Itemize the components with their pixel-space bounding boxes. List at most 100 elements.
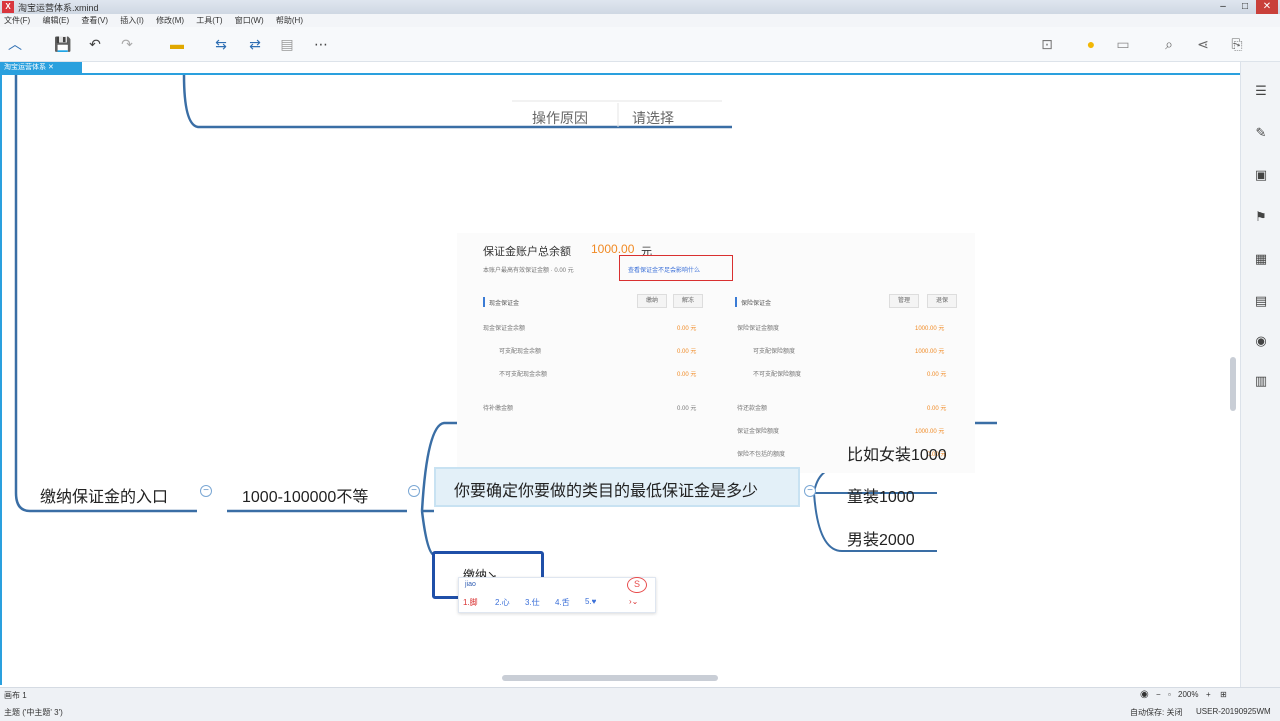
- menu-file[interactable]: 文件(F): [4, 15, 30, 26]
- shot-link[interactable]: 查看保证金不足会影响什么: [628, 265, 700, 274]
- zoom-in-icon[interactable]: +: [1206, 690, 1211, 699]
- app-logo-icon: X: [2, 1, 14, 13]
- outline-icon[interactable]: ☰: [1252, 82, 1270, 100]
- shot-heading: 保证金账户总余额: [483, 246, 571, 258]
- menu-edit[interactable]: 编辑(E): [42, 15, 69, 26]
- vertical-scrollbar[interactable]: [1230, 357, 1236, 411]
- shot-left-row-value: 0.00 元: [677, 406, 697, 412]
- comment-icon[interactable]: ◉: [1252, 332, 1270, 350]
- more-icon[interactable]: ⋯: [310, 33, 332, 55]
- shot-right-row-value: 1000.00 元: [915, 349, 945, 355]
- minimize-icon[interactable]: –: [1212, 0, 1234, 14]
- ime-page-icon[interactable]: ›⌄: [629, 597, 638, 606]
- user-name: USER-20190925WM: [1196, 707, 1271, 716]
- maximize-icon[interactable]: □: [1234, 0, 1256, 14]
- menu-insert[interactable]: 插入(I): [120, 15, 144, 26]
- shot-right-row-label: 保证金保险额度: [737, 429, 780, 435]
- redo-icon[interactable]: ↷: [116, 33, 138, 55]
- subtopic-icon[interactable]: ⇆: [210, 33, 232, 55]
- collapse-icon[interactable]: −: [804, 485, 816, 497]
- autosave-status[interactable]: 自动保存: 关闭: [1130, 707, 1182, 718]
- shot-right-row-label: 保险保证金额度: [737, 326, 780, 332]
- shot-left-row-value: 0.00 元: [677, 326, 697, 332]
- horizontal-scrollbar[interactable]: [502, 675, 718, 681]
- collapse-icon[interactable]: −: [200, 485, 212, 497]
- right-side-panel: ☰ ✎ ▣ ⚑ ▦ ▤ ◉ ▥: [1240, 62, 1280, 687]
- search-icon[interactable]: ⌕: [1158, 33, 1180, 55]
- topic-example-kids[interactable]: 童装1000: [847, 483, 915, 507]
- partial-topic: ·: [497, 73, 502, 81]
- shot-right-row-value: 1000.00 元: [915, 429, 945, 435]
- mindmap-canvas[interactable]: · 操作原因 请选择 保证金账户总余额 1000.00 元 本账户最高有效保证金…: [0, 73, 1240, 685]
- ime-logo-icon[interactable]: S: [627, 577, 647, 593]
- shot-right-row-label: 保险不包括的额度: [737, 452, 786, 458]
- ime-candidate-window[interactable]: jiao 1.脚 2.心 3.仕 4.舌 5.♥ S ›⌄: [458, 577, 656, 613]
- toolbar: ︿ 💾 ↶ ↷ ▬ ⇆ ⇄ ▤ ⋯ ⊡ ● ▭ ⌕ ⋖ ⎘: [0, 27, 1280, 62]
- status-bar: 画布 1 主题 ('中主题' 3') ◉ − ▫ 200% + ⊞ 自动保存: …: [0, 687, 1280, 721]
- presentation-icon[interactable]: ⊡: [1036, 33, 1058, 55]
- save-icon[interactable]: 💾: [52, 33, 74, 55]
- shot-pay-button[interactable]: 缴纳: [637, 294, 667, 308]
- ime-candidate[interactable]: 5.♥: [585, 597, 596, 606]
- shot-right-row-label: 待还款金额: [737, 406, 768, 412]
- calendar-icon[interactable]: ▦: [1252, 250, 1270, 268]
- shot-unfreeze-button[interactable]: 解冻: [673, 294, 703, 308]
- relationship-icon[interactable]: ⇄: [244, 33, 266, 55]
- topic-example-women[interactable]: 比如女装1000: [847, 441, 947, 465]
- collapse-icon[interactable]: −: [408, 485, 420, 497]
- zoom-out-icon[interactable]: −: [1156, 690, 1161, 699]
- menu-modify[interactable]: 修改(M): [156, 15, 184, 26]
- topic-category[interactable]: 你要确定你要做的类目的最低保证金是多少: [434, 467, 800, 507]
- shot-right-row-label: 不可支配保险额度: [753, 372, 802, 378]
- close-icon[interactable]: ✕: [1256, 0, 1278, 14]
- undo-icon[interactable]: ↶: [84, 33, 106, 55]
- shot-left-row-value: 0.00 元: [677, 372, 697, 378]
- sheet-tab[interactable]: 画布 1: [4, 690, 27, 701]
- fit-icon[interactable]: ⊞: [1220, 690, 1227, 699]
- shot-right-title: 保险保证金: [741, 301, 772, 307]
- home-icon[interactable]: ︿: [4, 33, 26, 55]
- share-icon[interactable]: ⋖: [1192, 33, 1214, 55]
- ime-candidate[interactable]: 4.舌: [555, 597, 570, 608]
- shot-manage-button[interactable]: 管理: [889, 294, 919, 308]
- shot-left-row-label: 现金保证金余额: [483, 326, 526, 332]
- menu-help[interactable]: 帮助(H): [276, 15, 303, 26]
- topic-icon[interactable]: ▬: [166, 33, 188, 55]
- menu-view[interactable]: 查看(V): [81, 15, 108, 26]
- shot-amount: 1000.00: [591, 242, 635, 256]
- shot-right-row-value: 0.00 元: [927, 406, 947, 412]
- shot-left-title: 现金保证金: [489, 301, 520, 307]
- topic-example-men[interactable]: 男装2000: [847, 526, 915, 550]
- status-topic: 主题 ('中主题' 3'): [4, 708, 63, 717]
- idea-bulb-icon[interactable]: ●: [1080, 33, 1102, 55]
- format-brush-icon[interactable]: ✎: [1252, 124, 1270, 142]
- embedded-screenshot[interactable]: 保证金账户总余额 1000.00 元 本账户最高有效保证金额 · 0.00 元 …: [457, 233, 975, 473]
- menu-tools[interactable]: 工具(T): [196, 15, 222, 26]
- zoom-slider[interactable]: ▫: [1168, 690, 1171, 699]
- flag-marker-icon[interactable]: ⚑: [1252, 208, 1270, 226]
- eye-icon[interactable]: ◉: [1140, 689, 1149, 700]
- ime-candidate[interactable]: 1.脚: [463, 597, 478, 608]
- export-icon[interactable]: ⎘: [1226, 33, 1248, 55]
- document-tab[interactable]: 淘宝运营体系 ✕: [0, 62, 82, 73]
- topic-range[interactable]: 1000-100000不等: [242, 483, 368, 507]
- ime-candidate[interactable]: 3.仕: [525, 597, 540, 608]
- highlight-box: 查看保证金不足会影响什么: [619, 255, 733, 281]
- image-icon[interactable]: ▣: [1252, 166, 1270, 184]
- title-bar: X 淘宝运营体系.xmind – □ ✕: [0, 0, 1280, 14]
- table-cell-select: 请选择: [632, 110, 674, 126]
- shot-withdraw-button[interactable]: 退保: [927, 294, 957, 308]
- ime-candidate[interactable]: 2.心: [495, 597, 510, 608]
- menu-window[interactable]: 窗口(W): [235, 15, 264, 26]
- shot-right-row-value: 0.00 元: [927, 372, 947, 378]
- shot-left-row-label: 待补缴金额: [483, 406, 514, 412]
- notes-icon[interactable]: ▤: [1252, 292, 1270, 310]
- layout-icon[interactable]: ▭: [1112, 33, 1134, 55]
- ime-input: jiao: [465, 581, 476, 588]
- topic-root[interactable]: 缴纳保证金的入口: [40, 483, 168, 507]
- boundary-icon[interactable]: ▤: [276, 33, 298, 55]
- window-title: 淘宝运营体系.xmind: [18, 3, 99, 13]
- task-clipboard-icon[interactable]: ▥: [1252, 372, 1270, 390]
- zoom-level[interactable]: 200%: [1178, 690, 1198, 699]
- shot-right-row-value: 1000.00 元: [915, 326, 945, 332]
